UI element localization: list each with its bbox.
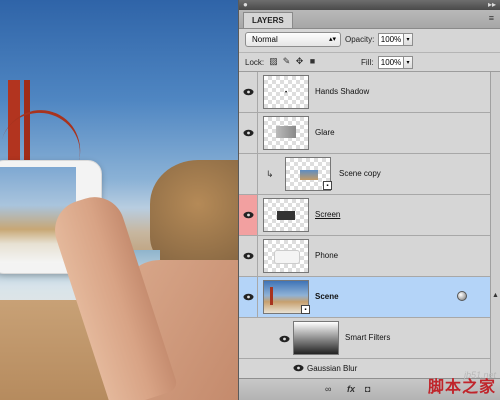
document-canvas[interactable] <box>0 0 240 400</box>
watermark: jb51.net 脚本之家 <box>428 370 496 396</box>
blend-mode-select[interactable]: Normal ▴▾ <box>245 32 341 47</box>
panel-title-bar[interactable]: ● ▸▸ <box>239 0 500 10</box>
filter-mask-thumbnail <box>293 321 339 355</box>
blend-mode-value: Normal <box>252 35 278 44</box>
layer-name: Phone <box>315 251 339 260</box>
layer-thumbnail: • <box>263 75 309 109</box>
add-mask-icon[interactable]: ◘ <box>365 384 370 394</box>
visibility-toggle[interactable] <box>239 72 258 112</box>
layer-thumbnail <box>263 116 309 150</box>
eye-icon <box>243 88 254 96</box>
layer-scene[interactable]: ▪ Scene <box>239 277 491 318</box>
opacity-dropdown[interactable]: ▾ <box>404 33 413 46</box>
fill-input[interactable]: 100% <box>378 56 404 69</box>
opacity-label: Opacity: <box>345 35 375 44</box>
watermark-brand: 脚本之家 <box>427 379 496 396</box>
layer-smart-filters[interactable]: Smart Filters <box>239 318 491 359</box>
close-icon[interactable]: ● <box>243 1 251 9</box>
layer-glare[interactable]: Glare <box>239 113 491 154</box>
lock-transparent-icon[interactable]: ▨ <box>269 57 278 66</box>
layer-name: Smart Filters <box>345 333 391 342</box>
visibility-toggle[interactable] <box>239 236 258 276</box>
clipping-arrow-icon: ↳ <box>266 169 274 179</box>
lock-row: Lock: ▨ ✎ ✥ ■ Fill: 100% ▾ <box>239 52 500 72</box>
layers-list: • Hands Shadow Glare ↳ ▪ Scene copy Scre… <box>239 72 500 378</box>
rocks <box>150 160 240 270</box>
tab-layers[interactable]: LAYERS <box>243 12 293 28</box>
eye-icon <box>243 129 254 137</box>
layer-name: Hands Shadow <box>315 87 370 96</box>
visibility-toggle[interactable] <box>239 113 258 153</box>
visibility-spacer <box>239 318 258 358</box>
filter-options-icon[interactable] <box>457 291 467 301</box>
panel-tab-bar: LAYERS ≡ <box>239 10 500 29</box>
lock-position-icon[interactable]: ✥ <box>295 57 304 66</box>
layer-name: Scene <box>315 292 339 301</box>
lock-all-icon[interactable]: ■ <box>308 57 317 66</box>
layer-phone[interactable]: Phone <box>239 236 491 277</box>
visibility-toggle[interactable] <box>239 195 258 235</box>
fill-label: Fill: <box>361 58 374 67</box>
eye-icon <box>243 211 254 219</box>
smart-object-icon: ▪ <box>301 305 310 314</box>
scroll-up-icon[interactable]: ▲ <box>492 292 499 299</box>
layer-name: Scene copy <box>339 169 381 178</box>
fx-icon[interactable]: fx <box>347 384 355 394</box>
layer-thumbnail <box>263 198 309 232</box>
visibility-toggle[interactable] <box>239 154 258 194</box>
panel-menu-icon[interactable]: ≡ <box>489 13 494 23</box>
layer-hands-shadow[interactable]: • Hands Shadow <box>239 72 491 113</box>
filter-name: Gaussian Blur <box>307 364 358 373</box>
layer-scene-copy[interactable]: ↳ ▪ Scene copy <box>239 154 491 195</box>
layer-screen[interactable]: Screen <box>239 195 491 236</box>
layers-scrollbar[interactable]: ▲ <box>490 72 500 378</box>
link-layers-icon[interactable]: ∞ <box>325 384 331 394</box>
layer-name: Glare <box>315 128 335 137</box>
layers-panel: ● ▸▸ LAYERS ≡ Normal ▴▾ Opacity: 100% ▾ … <box>238 0 500 400</box>
eye-icon <box>243 252 254 260</box>
eye-icon[interactable] <box>293 364 304 372</box>
collapse-icon[interactable]: ▸▸ <box>488 0 496 10</box>
layer-thumbnail <box>263 239 309 273</box>
opacity-input[interactable]: 100% <box>378 33 404 46</box>
lock-label: Lock: <box>245 58 265 67</box>
visibility-toggle[interactable] <box>239 277 258 317</box>
eye-icon[interactable] <box>279 335 290 343</box>
lock-image-icon[interactable]: ✎ <box>282 57 291 66</box>
layer-name: Screen <box>315 210 341 219</box>
smart-object-icon: ▪ <box>323 181 332 190</box>
blend-row: Normal ▴▾ Opacity: 100% ▾ <box>239 30 500 50</box>
select-arrows-icon: ▴▾ <box>328 36 336 43</box>
fill-dropdown[interactable]: ▾ <box>404 56 413 69</box>
eye-icon <box>243 293 254 301</box>
